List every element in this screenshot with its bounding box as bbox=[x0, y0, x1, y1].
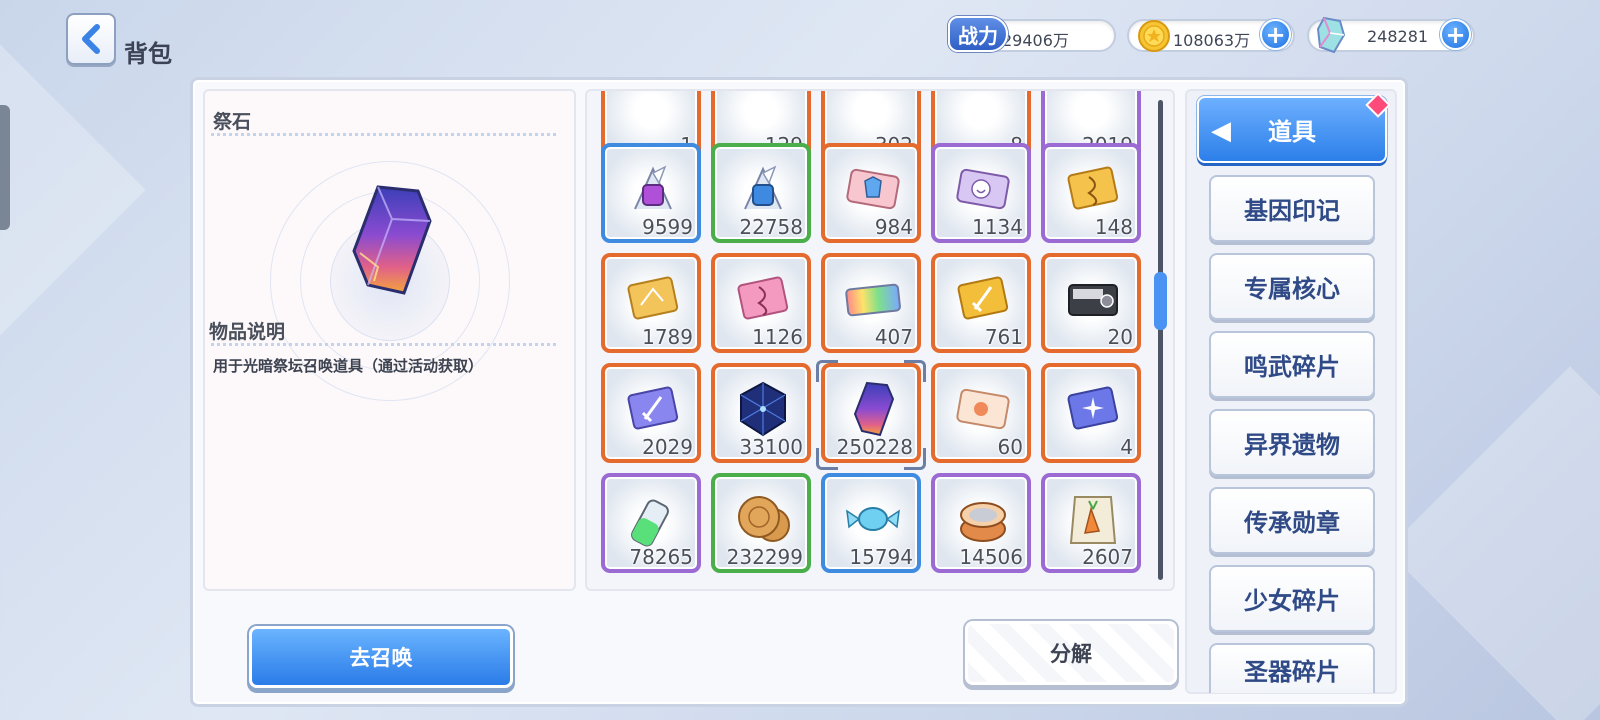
item-slot[interactable]: 761 bbox=[931, 253, 1031, 353]
grid-scrollbar-thumb[interactable] bbox=[1154, 272, 1167, 330]
category-tab[interactable]: 基因印记 bbox=[1209, 175, 1375, 242]
gene-card-gold-icon bbox=[1067, 166, 1119, 210]
selection-corner bbox=[904, 360, 926, 382]
food-ticket-icon bbox=[956, 388, 1010, 430]
divider bbox=[211, 343, 556, 346]
item-slot[interactable]: 78265 bbox=[601, 473, 701, 573]
selection-corner bbox=[816, 448, 838, 470]
chevron-left-icon: ◀ bbox=[1211, 116, 1231, 146]
outfit-ticket-icon bbox=[846, 168, 900, 210]
cookie-icon bbox=[738, 496, 790, 542]
category-tab[interactable]: 异界遗物 bbox=[1209, 409, 1375, 476]
item-count: 984 bbox=[874, 215, 913, 239]
category-tab[interactable]: 圣器碎片 bbox=[1209, 643, 1375, 693]
item-slot[interactable]: 407 bbox=[821, 253, 921, 353]
chevron-left-icon bbox=[82, 24, 100, 54]
selection-corner bbox=[816, 360, 838, 382]
crystal-icon bbox=[1316, 16, 1346, 54]
item-slot[interactable]: 1134 bbox=[931, 143, 1031, 243]
category-tab[interactable]: 少女碎片 bbox=[1209, 565, 1375, 632]
power-value: 29406万 bbox=[1002, 31, 1069, 50]
item-slot[interactable]: 15794 bbox=[821, 473, 921, 573]
sword-card-gold-icon bbox=[957, 276, 1009, 320]
description-title: 物品说明 bbox=[209, 321, 286, 343]
item-slot[interactable]: 33100 bbox=[711, 363, 811, 463]
item-count: 14506 bbox=[959, 545, 1023, 569]
item-count: 250228 bbox=[836, 435, 913, 459]
smile-ticket-icon bbox=[956, 168, 1010, 210]
category-tab[interactable]: 传承勋章 bbox=[1209, 487, 1375, 554]
summon-button[interactable]: 去召唤 bbox=[249, 626, 513, 688]
side-edge-tab[interactable] bbox=[0, 105, 10, 230]
decompose-button[interactable]: 分解 bbox=[965, 621, 1177, 685]
item-slot[interactable]: 60 bbox=[931, 363, 1031, 463]
item-slot[interactable]: 148 bbox=[1041, 143, 1141, 243]
item-count: 148 bbox=[1094, 215, 1133, 239]
background-shape bbox=[1386, 366, 1600, 720]
item-description: 用于光暗祭坛召唤道具（通过活动获取） bbox=[213, 357, 484, 375]
item-slot[interactable]: 9599 bbox=[601, 143, 701, 243]
item-count: 2607 bbox=[1082, 545, 1133, 569]
category-tab[interactable]: 鸣武碎片 bbox=[1209, 331, 1375, 398]
sacrifice-stone-icon bbox=[352, 185, 432, 295]
item-count: 407 bbox=[874, 325, 913, 349]
sword-card-blue-icon bbox=[627, 386, 679, 430]
item-slot[interactable]: 4 bbox=[1041, 363, 1141, 463]
item-slot[interactable]: 2607 bbox=[1041, 473, 1141, 573]
add-gold-button[interactable]: + bbox=[1260, 19, 1291, 50]
background-shape bbox=[0, 34, 146, 346]
item-slot[interactable]: 2029 bbox=[601, 363, 701, 463]
gene-card-pink-icon bbox=[737, 276, 789, 320]
item-slot[interactable]: 1126 bbox=[711, 253, 811, 353]
item-count: 15794 bbox=[849, 545, 913, 569]
item-slot[interactable]: 232299 bbox=[711, 473, 811, 573]
item-detail-pane: 祭石 物品说明 用于光暗祭坛召唤道具（通过活动获取） bbox=[203, 89, 576, 591]
page-title: 背包 bbox=[124, 40, 172, 68]
item-slot[interactable]: 1789 bbox=[601, 253, 701, 353]
item-count: 78265 bbox=[629, 545, 693, 569]
category-label: 道具 bbox=[1268, 118, 1316, 146]
item-count: 22758 bbox=[739, 215, 803, 239]
item-count: 9599 bbox=[642, 215, 693, 239]
rainbow-ticket-icon bbox=[845, 283, 901, 317]
star-card-icon bbox=[1067, 386, 1119, 430]
gold-value: 108063万 bbox=[1173, 31, 1251, 50]
item-slot[interactable]: 14506 bbox=[931, 473, 1031, 573]
item-count: 2029 bbox=[642, 435, 693, 459]
grid-scrollbar[interactable] bbox=[1158, 100, 1163, 580]
selection-corner bbox=[904, 448, 926, 470]
item-count: 60 bbox=[997, 435, 1023, 459]
sacrifice-stone-icon bbox=[853, 381, 895, 437]
category-tab[interactable]: 专属核心 bbox=[1209, 253, 1375, 320]
carrot-bag-icon bbox=[1069, 496, 1117, 544]
gem-value: 248281 bbox=[1367, 27, 1429, 46]
category-tab-active[interactable]: ◀ 道具 bbox=[1197, 92, 1391, 163]
item-slot[interactable]: 20 bbox=[1041, 253, 1141, 353]
dark-crystal-icon bbox=[740, 381, 786, 437]
add-gem-button[interactable]: + bbox=[1440, 19, 1471, 50]
item-count: 4 bbox=[1120, 435, 1133, 459]
item-grid[interactable]: 1 129 302 8 2019 9599 22758 984 bbox=[585, 89, 1175, 591]
item-count: 1126 bbox=[752, 325, 803, 349]
emblem-purple-icon bbox=[634, 165, 672, 210]
item-count: 1789 bbox=[642, 325, 693, 349]
item-count: 1134 bbox=[972, 215, 1023, 239]
item-slot[interactable]: 22758 bbox=[711, 143, 811, 243]
gold-card-icon bbox=[627, 276, 679, 320]
canned-food-icon bbox=[960, 502, 1006, 542]
gold-coin-icon bbox=[1138, 20, 1170, 52]
back-button[interactable] bbox=[66, 13, 116, 65]
potion-icon bbox=[631, 499, 669, 547]
item-count: 33100 bbox=[739, 435, 803, 459]
item-count: 761 bbox=[984, 325, 1023, 349]
candy-icon bbox=[846, 507, 900, 531]
divider bbox=[211, 133, 556, 136]
item-count: 232299 bbox=[726, 545, 803, 569]
item-name: 祭石 bbox=[213, 111, 252, 133]
power-badge: 战力 bbox=[948, 16, 1008, 52]
emblem-blue-icon bbox=[744, 165, 782, 210]
item-slot[interactable]: 984 bbox=[821, 143, 921, 243]
item-count: 20 bbox=[1107, 325, 1133, 349]
camera-icon bbox=[1068, 284, 1118, 316]
